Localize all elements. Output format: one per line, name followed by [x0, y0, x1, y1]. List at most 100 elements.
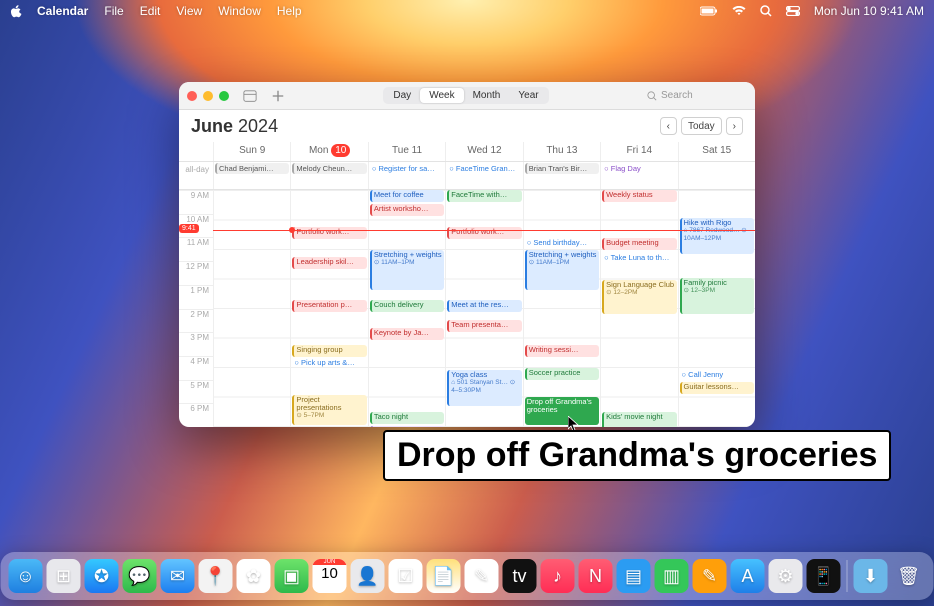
plus-icon[interactable] — [271, 89, 285, 103]
allday-event[interactable]: Brian Tran's Bir… — [525, 163, 599, 174]
view-segmented-control[interactable]: Day Week Month Year — [383, 87, 548, 104]
next-week-button[interactable]: › — [726, 117, 743, 135]
allday-event[interactable]: FaceTime Gran… — [447, 163, 521, 174]
day-column[interactable]: Portfolio work… Leadership skil… Presentat… — [290, 190, 367, 427]
window-close-button[interactable] — [187, 91, 197, 101]
event[interactable]: Guitar lessons… — [680, 382, 754, 394]
event[interactable]: Project presentations⊙ 5–7PM — [292, 395, 366, 425]
window-zoom-button[interactable] — [219, 91, 229, 101]
today-button[interactable]: Today — [681, 117, 722, 135]
event[interactable]: Writing sessi… — [525, 345, 599, 357]
event[interactable]: Soccer practice — [525, 368, 599, 380]
allday-cell[interactable]: FaceTime Gran… — [445, 162, 522, 189]
dock-safari[interactable]: ✪ — [85, 559, 119, 593]
battery-icon[interactable] — [700, 6, 718, 16]
menu-window[interactable]: Window — [218, 4, 261, 18]
window-minimize-button[interactable] — [203, 91, 213, 101]
dock-photos[interactable]: ✿ — [237, 559, 271, 593]
day-header[interactable]: Sat 15 — [678, 142, 755, 161]
allday-event[interactable]: Flag Day — [602, 163, 676, 174]
dock-contacts[interactable]: 👤 — [351, 559, 385, 593]
event[interactable]: Stretching + weights⊙ 11AM–1PM — [370, 250, 444, 290]
event[interactable]: Portfolio work… — [447, 227, 521, 239]
view-year[interactable]: Year — [509, 88, 547, 103]
event[interactable]: Keynote by Ja… — [370, 328, 444, 340]
event[interactable]: Yoga class⌂ 501 Stanyan St… ⊙ 4–5:30PM — [447, 370, 521, 406]
allday-event[interactable]: Register for sa… — [370, 163, 444, 174]
event[interactable]: Leadership skil… — [292, 257, 366, 269]
event[interactable]: Singing group — [292, 345, 366, 357]
dock-trash[interactable]: 🗑 — [892, 559, 926, 593]
apple-menu-icon[interactable] — [10, 5, 23, 18]
allday-event[interactable]: Melody Cheun… — [292, 163, 366, 174]
day-column[interactable]: Meet for coffee Artist worksho… Stretching… — [368, 190, 445, 427]
day-header[interactable]: Fri 14 — [600, 142, 677, 161]
dock-notes[interactable]: 📄 — [427, 559, 461, 593]
event[interactable]: Budget meeting — [602, 238, 676, 250]
view-day[interactable]: Day — [384, 88, 420, 103]
event[interactable]: Send birthday… — [525, 238, 599, 250]
dock-freeform[interactable]: ✎ — [465, 559, 499, 593]
menubar-app-name[interactable]: Calendar — [37, 4, 88, 18]
dock-maps[interactable]: 📍 — [199, 559, 233, 593]
day-header[interactable]: Wed 12 — [445, 142, 522, 161]
event[interactable]: Pick up arts &… — [292, 358, 366, 370]
dock-facetime[interactable]: ▣ — [275, 559, 309, 593]
event[interactable]: Couch delivery — [370, 300, 444, 312]
event[interactable]: Presentation p… — [292, 300, 366, 312]
event[interactable]: Kids' movie night — [602, 412, 676, 427]
dock-appstore[interactable]: A — [731, 559, 765, 593]
allday-cell[interactable] — [678, 162, 755, 189]
allday-event[interactable]: Chad Benjami… — [215, 163, 289, 174]
dock-tv[interactable]: tv — [503, 559, 537, 593]
menu-file[interactable]: File — [104, 4, 123, 18]
dock-numbers[interactable]: ▥ — [655, 559, 689, 593]
event[interactable]: Sign Language Club⊙ 12–2PM — [602, 280, 676, 314]
dock-news[interactable]: N — [579, 559, 613, 593]
dock-keynote[interactable]: ▤ — [617, 559, 651, 593]
dock-calendar[interactable]: JUN10 — [313, 559, 347, 593]
event[interactable]: Family picnic⊙ 12–3PM — [680, 278, 754, 314]
prev-week-button[interactable]: ‹ — [660, 117, 677, 135]
search-input[interactable]: Search — [647, 90, 747, 101]
dock-finder[interactable]: ☺ — [9, 559, 43, 593]
menu-help[interactable]: Help — [277, 4, 302, 18]
dock-downloads[interactable]: ⬇ — [854, 559, 888, 593]
event[interactable]: Portfolio work… — [292, 227, 366, 239]
spotlight-icon[interactable] — [760, 5, 772, 17]
event[interactable]: Tutoring session — [370, 426, 444, 427]
calendars-sidebar-icon[interactable] — [243, 89, 257, 103]
day-column[interactable]: Hike with Rigo⌂ 7867 Redwood… ⊙ 10AM–12P… — [678, 190, 755, 427]
week-grid[interactable]: 9 AM10 AM11 AM12 PM1 PM2 PM3 PM4 PM5 PM6… — [179, 190, 755, 427]
event[interactable]: Hike with Rigo⌂ 7867 Redwood… ⊙ 10AM–12P… — [680, 218, 754, 254]
menubar-clock[interactable]: Mon Jun 10 9:41 AM — [814, 4, 924, 18]
dock-mail[interactable]: ✉ — [161, 559, 195, 593]
dock-messages[interactable]: 💬 — [123, 559, 157, 593]
allday-cell[interactable]: Register for sa… — [368, 162, 445, 189]
event[interactable]: Drop off Grandma's groceries — [525, 397, 599, 425]
dock-settings[interactable]: ⚙ — [769, 559, 803, 593]
control-center-icon[interactable] — [786, 6, 800, 16]
day-column[interactable]: FaceTime with…Portfolio work…Meet at the… — [445, 190, 522, 427]
event[interactable]: Meet at the res… — [447, 300, 521, 312]
dock-pages[interactable]: ✎ — [693, 559, 727, 593]
menu-edit[interactable]: Edit — [140, 4, 161, 18]
day-header[interactable]: Sun 9 — [213, 142, 290, 161]
event[interactable]: Weekly status — [602, 190, 676, 202]
allday-cell[interactable]: Brian Tran's Bir… — [523, 162, 600, 189]
dock-reminders[interactable]: ☑ — [389, 559, 423, 593]
view-week[interactable]: Week — [420, 88, 463, 103]
event[interactable]: Meet for coffee — [370, 190, 444, 202]
menu-view[interactable]: View — [176, 4, 202, 18]
event[interactable]: Team presenta… — [447, 320, 521, 332]
dock-launchpad[interactable]: ⊞ — [47, 559, 81, 593]
day-header[interactable]: Tue 11 — [368, 142, 445, 161]
view-month[interactable]: Month — [464, 88, 510, 103]
day-column[interactable]: Weekly statusBudget meetingTake Luna to … — [600, 190, 677, 427]
event[interactable]: Taco night — [370, 412, 444, 424]
day-header[interactable]: Mon 10 — [290, 142, 367, 161]
dock-iphone-mirror[interactable]: 📱 — [807, 559, 841, 593]
event[interactable]: Stretching + weights⊙ 11AM–1PM — [525, 250, 599, 290]
wifi-icon[interactable] — [732, 6, 746, 16]
event[interactable]: Artist worksho… — [370, 204, 444, 216]
